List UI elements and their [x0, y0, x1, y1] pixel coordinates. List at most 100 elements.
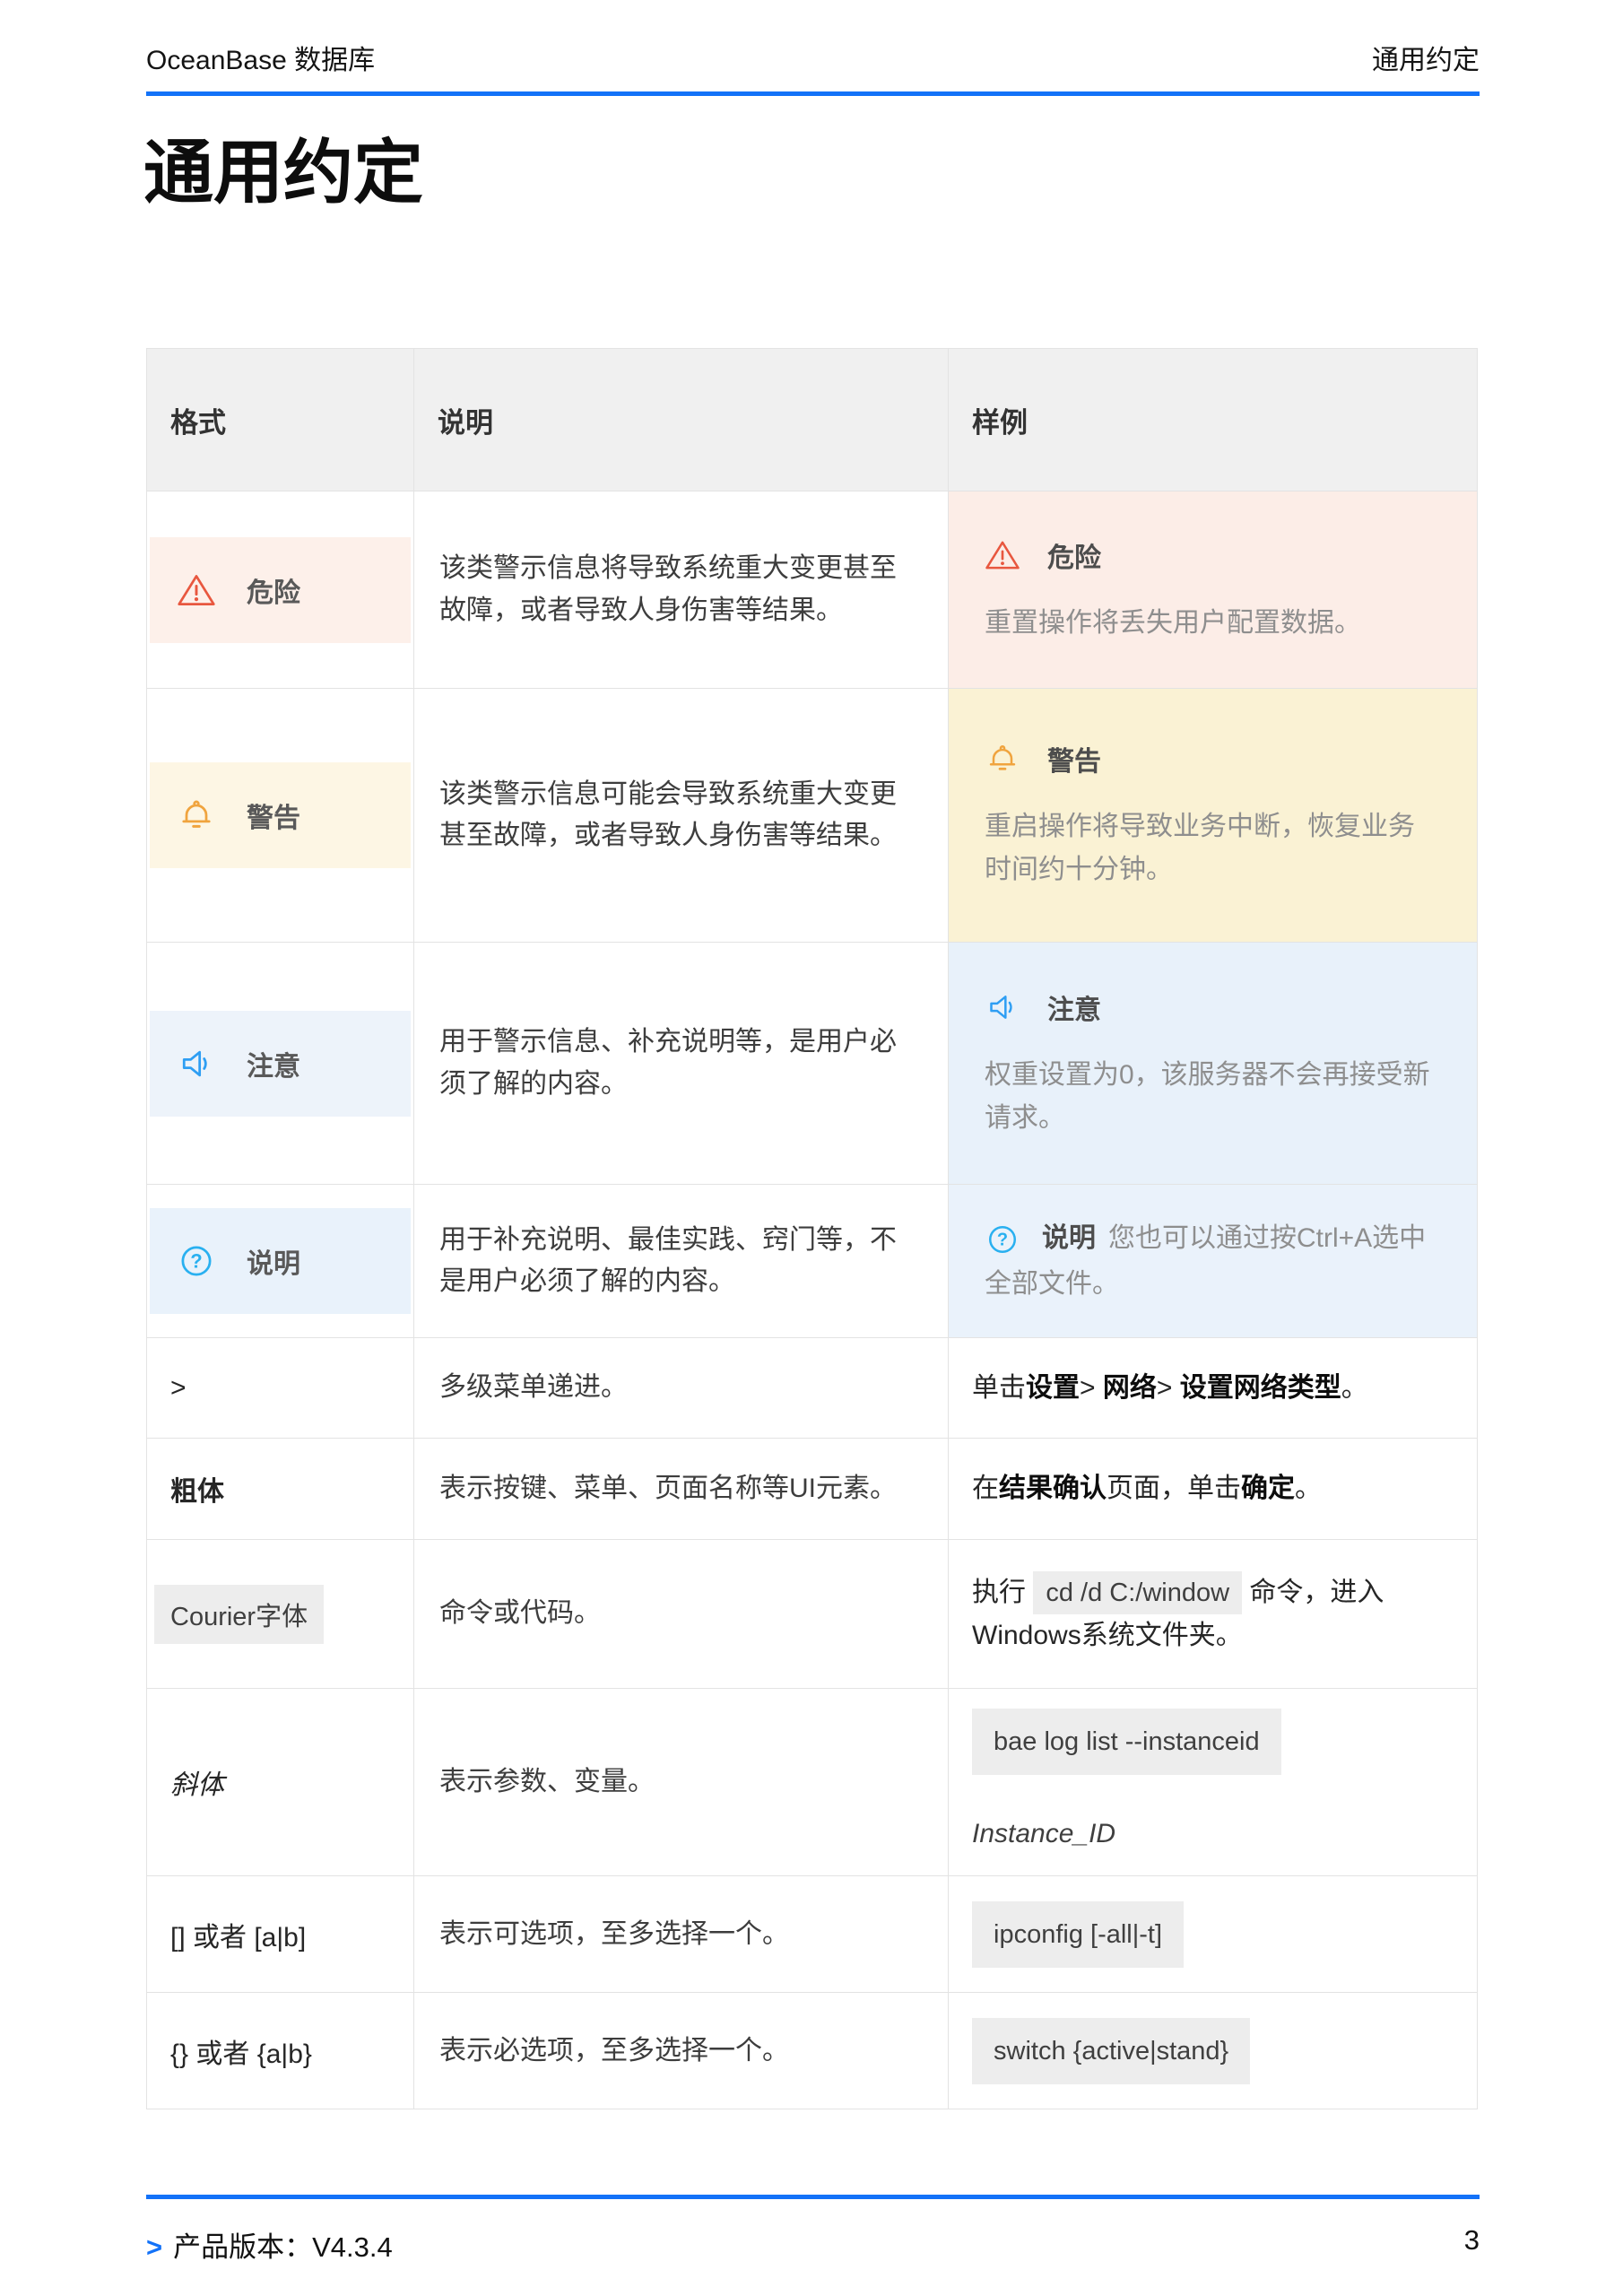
- example-text-segment: >: [1157, 1373, 1180, 1403]
- svg-text:?: ?: [997, 1231, 1008, 1250]
- format-bold-label: 粗体: [147, 1469, 413, 1509]
- format-cell: [] 或者 [a|b]: [147, 1876, 414, 1993]
- example-cell-note: ? 说明您也可以通过按Ctrl+A选中全部文件。: [949, 1185, 1478, 1338]
- question-circle-icon: ?: [177, 1241, 216, 1281]
- table-row: 粗体 表示按键、菜单、页面名称等UI元素。 在结果确认页面，单击确定。: [147, 1439, 1478, 1540]
- format-cell-note: ? 说明: [147, 1185, 414, 1338]
- footer-version-text: 产品版本：V4.3.4: [173, 2231, 393, 2263]
- footer-arrow-marker: >: [146, 2231, 162, 2263]
- table-row: 斜体 表示参数、变量。 bae log list --instanceid In…: [147, 1689, 1478, 1876]
- table-row: 注意 用于警示信息、补充说明等，是用户必须了解的内容。 注意 权重设置为0，该服…: [147, 943, 1478, 1185]
- page-title: 通用约定: [143, 117, 423, 217]
- speaker-icon: [985, 989, 1020, 1025]
- conventions-table: 格式 说明 样例 危险 该类警示信息将导致系统重大变更甚至故障，或者导致人身伤害…: [146, 348, 1478, 2109]
- warning-badge: 警告: [150, 762, 411, 868]
- format-italic-label: 斜体: [147, 1762, 413, 1802]
- variable-name-text: Instance_ID: [972, 1813, 1454, 1856]
- example-cell: 单击设置> 网络> 设置网络类型。: [949, 1338, 1478, 1439]
- footer-version: > 产品版本：V4.3.4: [146, 2224, 393, 2265]
- format-symbol: {} 或者 {a|b}: [147, 2031, 413, 2071]
- code-block-chip: switch {active|stand}: [972, 2018, 1250, 2084]
- column-header-format: 格式: [147, 349, 414, 491]
- description-cell: 多级菜单递进。: [414, 1338, 949, 1439]
- example-text-segment: >: [1080, 1373, 1103, 1403]
- example-bold-segment: 设置网络类型: [1180, 1373, 1341, 1403]
- format-cell: Courier字体: [147, 1540, 414, 1689]
- danger-example-heading: 危险: [985, 535, 1441, 575]
- example-cell: switch {active|stand}: [949, 1993, 1478, 2109]
- format-cell: >: [147, 1338, 414, 1439]
- format-cell: {} 或者 {a|b}: [147, 1993, 414, 2109]
- column-header-example: 样例: [949, 349, 1478, 491]
- example-text-segment: 单击: [972, 1373, 1026, 1403]
- format-cell: 斜体: [147, 1689, 414, 1876]
- description-cell: 该类警示信息将导致系统重大变更甚至故障，或者导致人身伤害等结果。: [414, 491, 949, 689]
- warning-example-box: 警告 重启操作将导致业务中断，恢复业务时间约十分钟。: [949, 709, 1477, 922]
- bell-icon: [985, 741, 1020, 777]
- inline-code-chip: cd /d C:/window: [1033, 1571, 1242, 1614]
- example-cell: 在结果确认页面，单击确定。: [949, 1439, 1478, 1540]
- format-cell-warning: 警告: [147, 689, 414, 943]
- example-cell: bae log list --instanceid Instance_ID: [949, 1689, 1478, 1876]
- table-row: [] 或者 [a|b] 表示可选项，至多选择一个。 ipconfig [-all…: [147, 1876, 1478, 1993]
- description-cell: 用于补充说明、最佳实践、窍门等，不是用户必须了解的内容。: [414, 1185, 949, 1338]
- table-row: ? 说明 用于补充说明、最佳实践、窍门等，不是用户必须了解的内容。 ? 说明您也…: [147, 1185, 1478, 1338]
- footer-page-number: 3: [1464, 2224, 1480, 2265]
- description-cell: 表示参数、变量。: [414, 1689, 949, 1876]
- danger-example-text: 重置操作将丢失用户配置数据。: [985, 602, 1441, 645]
- note-badge-label: 说明: [247, 1241, 300, 1281]
- warning-example-label: 警告: [1047, 739, 1101, 778]
- example-bold-segment: 设置: [1026, 1373, 1080, 1403]
- table-row: > 多级菜单递进。 单击设置> 网络> 设置网络类型。: [147, 1338, 1478, 1439]
- format-cell-danger: 危险: [147, 491, 414, 689]
- notice-example-text: 权重设置为0，该服务器不会再接受新请求。: [985, 1054, 1441, 1140]
- example-cell-danger: 危险 重置操作将丢失用户配置数据。: [949, 491, 1478, 689]
- table-header-row: 格式 说明 样例: [147, 349, 1478, 491]
- example-text-segment: 执行: [972, 1578, 1026, 1607]
- question-circle-icon: ?: [985, 1222, 1020, 1257]
- example-bold-segment: 确定: [1241, 1474, 1295, 1503]
- notice-example-box: 注意 权重设置为0，该服务器不会再接受新请求。: [949, 957, 1477, 1170]
- danger-badge: 危险: [150, 537, 411, 643]
- courier-format-chip: Courier字体: [154, 1585, 324, 1644]
- note-badge: ? 说明: [150, 1208, 411, 1314]
- example-bold-segment: 结果确认: [999, 1474, 1107, 1503]
- bell-icon: [177, 796, 216, 835]
- notice-badge-label: 注意: [247, 1044, 300, 1083]
- note-example-box: ? 说明您也可以通过按Ctrl+A选中全部文件。: [949, 1185, 1477, 1337]
- danger-example-box: 危险 重置操作将丢失用户配置数据。: [949, 505, 1477, 675]
- page-header: OceanBase 数据库 通用约定: [146, 38, 1480, 96]
- table-row: {} 或者 {a|b} 表示必选项，至多选择一个。 switch {active…: [147, 1993, 1478, 2109]
- description-cell: 表示必选项，至多选择一个。: [414, 1993, 949, 2109]
- format-cell: 粗体: [147, 1439, 414, 1540]
- example-cell-notice: 注意 权重设置为0，该服务器不会再接受新请求。: [949, 943, 1478, 1185]
- column-header-description: 说明: [414, 349, 949, 491]
- notice-example-heading: 注意: [985, 987, 1441, 1027]
- danger-badge-label: 危险: [247, 570, 300, 610]
- speaker-icon: [177, 1044, 216, 1083]
- warning-triangle-icon: [177, 570, 216, 610]
- warning-example-text: 重启操作将导致业务中断，恢复业务时间约十分钟。: [985, 805, 1441, 891]
- description-cell: 表示按键、菜单、页面名称等UI元素。: [414, 1439, 949, 1540]
- svg-text:?: ?: [190, 1249, 202, 1272]
- note-example-label: 说明: [1042, 1223, 1096, 1253]
- description-cell: 用于警示信息、补充说明等，是用户必须了解的内容。: [414, 943, 949, 1185]
- example-text-segment: 。: [1295, 1474, 1322, 1503]
- example-bold-segment: 网络: [1103, 1373, 1157, 1403]
- notice-example-label: 注意: [1047, 987, 1101, 1027]
- format-symbol: >: [147, 1373, 413, 1404]
- danger-example-label: 危险: [1047, 535, 1101, 575]
- warning-triangle-icon: [985, 537, 1020, 573]
- description-cell: 表示可选项，至多选择一个。: [414, 1876, 949, 1993]
- example-text-segment: 。: [1341, 1373, 1368, 1403]
- document-page: OceanBase 数据库 通用约定 通用约定 格式 说明 样例 危险: [0, 0, 1623, 2296]
- table-row: 危险 该类警示信息将导致系统重大变更甚至故障，或者导致人身伤害等结果。 危险 重…: [147, 491, 1478, 689]
- page-footer: > 产品版本：V4.3.4 3: [146, 2195, 1480, 2265]
- header-product-name: OceanBase 数据库: [146, 38, 375, 77]
- description-cell: 命令或代码。: [414, 1540, 949, 1689]
- example-cell: 执行 cd /d C:/window 命令，进入Windows系统文件夹。: [949, 1540, 1478, 1689]
- warning-badge-label: 警告: [247, 796, 300, 835]
- example-cell-warning: 警告 重启操作将导致业务中断，恢复业务时间约十分钟。: [949, 689, 1478, 943]
- notice-badge: 注意: [150, 1011, 411, 1117]
- format-cell-notice: 注意: [147, 943, 414, 1185]
